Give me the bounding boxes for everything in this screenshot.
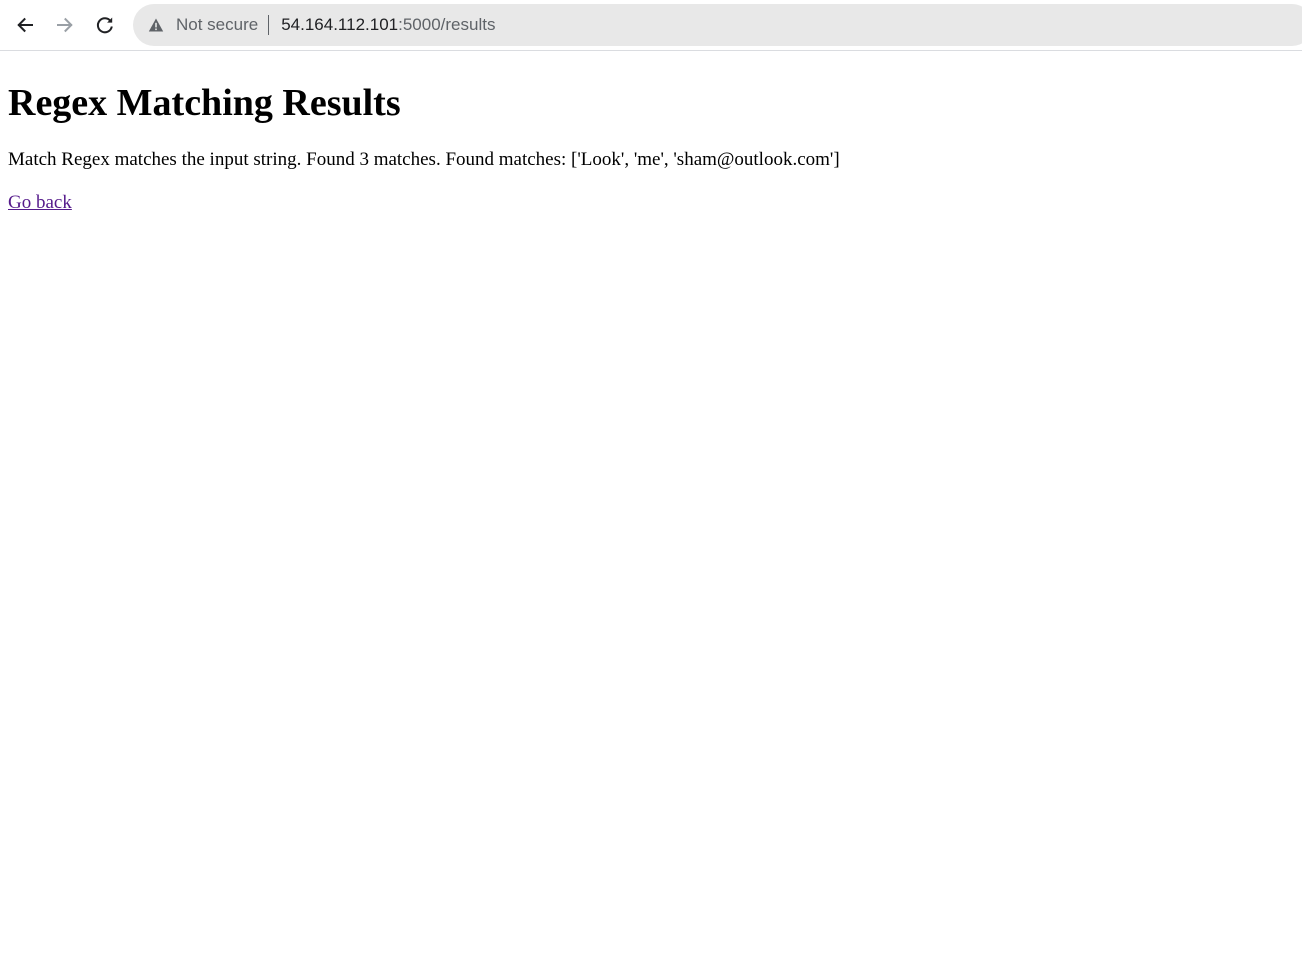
reload-button[interactable]	[89, 9, 121, 41]
warning-triangle-icon[interactable]	[148, 17, 164, 33]
arrow-left-icon	[15, 15, 35, 35]
browser-toolbar: Not secure 54.164.112.101 :5000/results	[0, 0, 1302, 51]
reload-icon	[95, 15, 115, 35]
page-content: Regex Matching Results Match Regex match…	[0, 81, 1302, 215]
address-bar[interactable]: Not secure 54.164.112.101 :5000/results	[133, 4, 1302, 46]
address-divider	[268, 15, 270, 35]
back-button[interactable]	[9, 9, 41, 41]
security-status-label[interactable]: Not secure	[176, 15, 258, 35]
url-host[interactable]: 54.164.112.101	[281, 15, 398, 35]
url-path[interactable]: :5000/results	[398, 15, 495, 35]
result-message: Match Regex matches the input string. Fo…	[8, 149, 840, 170]
forward-button[interactable]	[49, 9, 81, 41]
arrow-right-icon	[55, 15, 75, 35]
go-back-link[interactable]: Go back	[8, 191, 72, 215]
page-title: Regex Matching Results	[8, 82, 401, 124]
